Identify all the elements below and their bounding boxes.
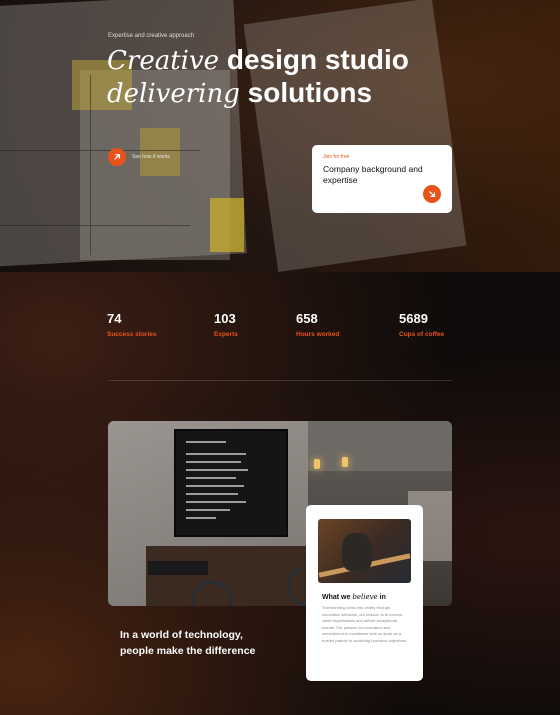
stat-experts: 103 Experts bbox=[214, 311, 238, 338]
menu-board-line bbox=[186, 485, 244, 487]
stat-value: 103 bbox=[214, 311, 236, 326]
headline-italic-word: delivering bbox=[107, 79, 240, 109]
menu-board-line bbox=[186, 469, 248, 471]
see-how-it-works-button[interactable]: See how it works bbox=[108, 148, 170, 166]
headline-italic-word: Creative bbox=[107, 46, 220, 76]
stat-success-stories: 74 Success stories bbox=[107, 311, 157, 338]
believe-heading: What we believe in bbox=[322, 593, 386, 601]
hero-background-paper bbox=[243, 0, 467, 272]
menu-board-line bbox=[186, 501, 246, 503]
hero-section: Expertise and creative approach Creative… bbox=[0, 0, 560, 272]
caption-line: In a world of technology, bbox=[120, 629, 243, 641]
heading-prefix: What we bbox=[322, 594, 351, 601]
hero-headline: Creative design studio delivering soluti… bbox=[107, 44, 409, 110]
section-divider bbox=[108, 380, 452, 381]
stat-label: Success stories bbox=[107, 331, 157, 338]
believe-card: What we believe in Transforming ideas in… bbox=[306, 505, 423, 681]
heading-italic: believe bbox=[352, 593, 378, 601]
stat-value: 74 bbox=[107, 311, 122, 326]
menu-board-line bbox=[186, 509, 230, 511]
stat-label: Hours worked bbox=[296, 331, 340, 338]
hero-eyebrow: Expertise and creative approach bbox=[108, 33, 195, 39]
lamp bbox=[314, 459, 320, 469]
section-caption: In a world of technology, people make th… bbox=[120, 627, 295, 659]
arrow-down-right-icon[interactable] bbox=[423, 185, 441, 203]
cat-figure bbox=[342, 533, 372, 571]
menu-board bbox=[174, 429, 288, 537]
menu-board-line bbox=[186, 493, 238, 495]
headline-bold-phrase: design studio bbox=[226, 44, 409, 75]
stat-cups-of-coffee: 5689 Cups of coffee bbox=[399, 311, 444, 338]
heading-suffix: in bbox=[379, 594, 386, 601]
join-card[interactable]: Join for free Company background and exp… bbox=[312, 145, 452, 213]
arrow-up-right-icon[interactable] bbox=[108, 148, 126, 166]
lamp bbox=[342, 457, 348, 467]
stat-value: 5689 bbox=[399, 311, 428, 326]
stat-label: Experts bbox=[214, 331, 238, 338]
join-tag: Join for free bbox=[323, 154, 350, 160]
believe-body: Transforming ideas into reality through … bbox=[322, 605, 408, 643]
cafe-shelf bbox=[148, 561, 208, 575]
menu-board-line bbox=[186, 517, 216, 519]
stat-hours-worked: 658 Hours worked bbox=[296, 311, 339, 338]
stat-value: 658 bbox=[296, 311, 318, 326]
hero-background-sticky-note bbox=[210, 198, 244, 252]
stat-label: Cups of coffee bbox=[399, 331, 445, 338]
menu-board-line bbox=[186, 461, 241, 463]
cat-photo bbox=[318, 519, 411, 583]
hero-background-line bbox=[90, 75, 91, 255]
hero-background-line bbox=[0, 225, 190, 226]
cta-label[interactable]: See how it works bbox=[132, 154, 170, 160]
caption-line: people make the difference bbox=[120, 645, 256, 657]
menu-board-line bbox=[186, 441, 226, 443]
hero-background-line bbox=[0, 150, 200, 151]
menu-board-line bbox=[186, 453, 246, 455]
join-card-title: Company background and expertise bbox=[323, 164, 423, 185]
cafe-ceiling bbox=[308, 421, 452, 471]
menu-board-line bbox=[186, 477, 236, 479]
headline-bold-phrase: solutions bbox=[247, 77, 373, 108]
